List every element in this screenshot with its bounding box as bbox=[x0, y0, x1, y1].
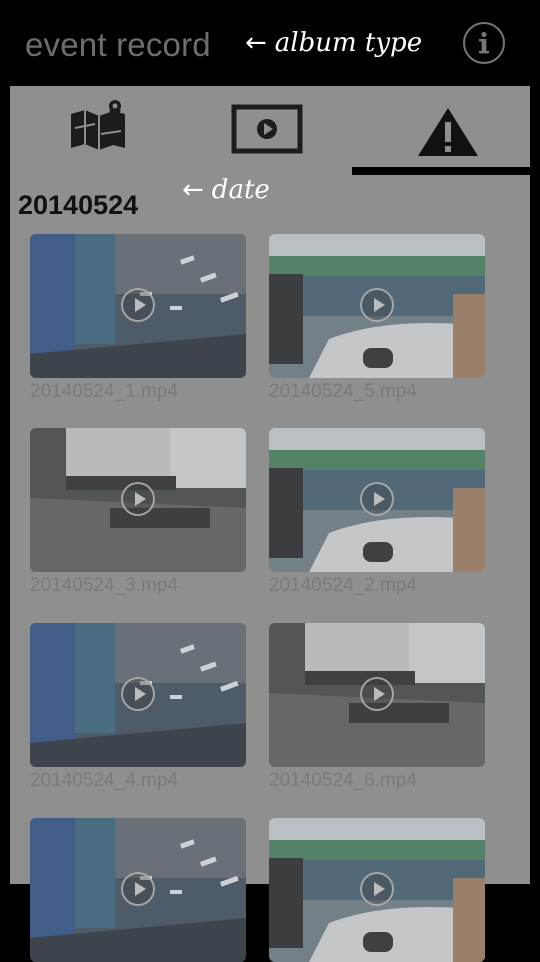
album-type-annotation: ← album type bbox=[245, 28, 422, 58]
play-icon bbox=[121, 677, 155, 711]
video-thumbnail[interactable] bbox=[269, 818, 485, 962]
video-thumbnail[interactable] bbox=[269, 623, 485, 767]
play-icon bbox=[121, 482, 155, 516]
video-thumbnail[interactable] bbox=[30, 428, 246, 572]
info-circle-icon[interactable] bbox=[463, 22, 505, 64]
video-thumbnail[interactable] bbox=[269, 234, 485, 378]
video-thumbnail[interactable] bbox=[30, 234, 246, 378]
play-icon bbox=[360, 677, 394, 711]
video-filename: 20140524_1.mp4 bbox=[30, 381, 178, 402]
video-filename: 20140524_3.mp4 bbox=[30, 575, 178, 596]
play-icon bbox=[121, 872, 155, 906]
play-icon bbox=[360, 288, 394, 322]
play-icon bbox=[121, 288, 155, 322]
video-grid: 20140524_1.mp4 20140524_5.mp4 20140524_3… bbox=[10, 86, 530, 962]
app-header: event record ← album type bbox=[0, 0, 540, 86]
video-filename: 20140524_4.mp4 bbox=[30, 770, 178, 791]
play-icon bbox=[360, 872, 394, 906]
play-icon bbox=[360, 482, 394, 516]
video-filename: 20140524_6.mp4 bbox=[269, 770, 417, 791]
left-arrow-icon: ← bbox=[245, 28, 267, 58]
video-filename: 20140524_5.mp4 bbox=[269, 381, 417, 402]
video-thumbnail[interactable] bbox=[30, 623, 246, 767]
video-filename: 20140524_2.mp4 bbox=[269, 575, 417, 596]
video-thumbnail[interactable] bbox=[30, 818, 246, 962]
video-thumbnail[interactable] bbox=[269, 428, 485, 572]
content-panel: ← date 20140524 20140524_1.mp4 20140524_5… bbox=[10, 86, 530, 962]
album-type-title: event record bbox=[25, 26, 211, 63]
album-type-annotation-text: album type bbox=[274, 28, 423, 58]
